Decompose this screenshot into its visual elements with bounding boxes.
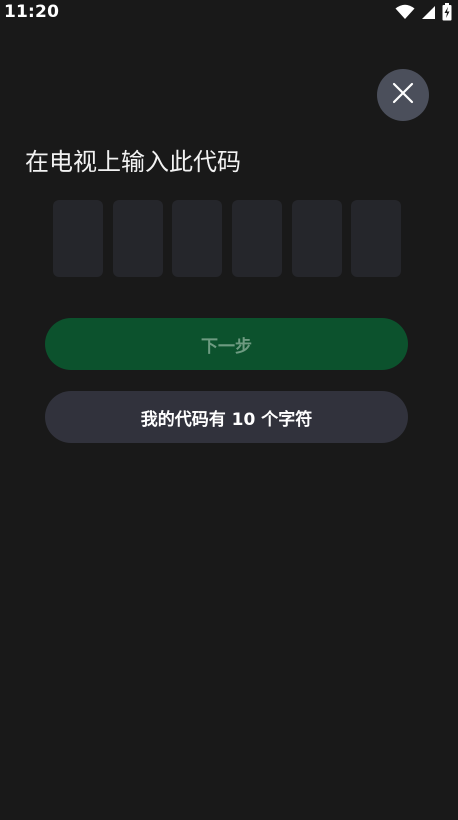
code-input-box-3[interactable]	[172, 200, 222, 277]
status-time: 11:20	[4, 2, 60, 22]
next-button-label: 下一步	[201, 336, 252, 357]
code-input-group[interactable]	[53, 200, 403, 277]
ten-character-code-button[interactable]: 我的代码有 10 个字符	[45, 391, 408, 443]
status-bar: 11:20	[0, 0, 458, 26]
code-input-box-1[interactable]	[53, 200, 103, 277]
status-icons	[395, 3, 452, 25]
battery-charging-icon	[442, 3, 452, 25]
page-title: 在电视上输入此代码	[25, 148, 241, 176]
code-input-box-4[interactable]	[232, 200, 282, 277]
cellular-signal-icon	[421, 5, 436, 24]
ten-character-code-button-label: 我的代码有 10 个字符	[140, 409, 313, 430]
close-icon	[392, 82, 414, 108]
wifi-icon	[395, 4, 415, 24]
code-input-box-2[interactable]	[113, 200, 163, 277]
next-button[interactable]: 下一步	[45, 318, 408, 370]
code-input-box-6[interactable]	[351, 200, 401, 277]
code-input-box-5[interactable]	[292, 200, 342, 277]
close-button[interactable]	[377, 69, 429, 121]
